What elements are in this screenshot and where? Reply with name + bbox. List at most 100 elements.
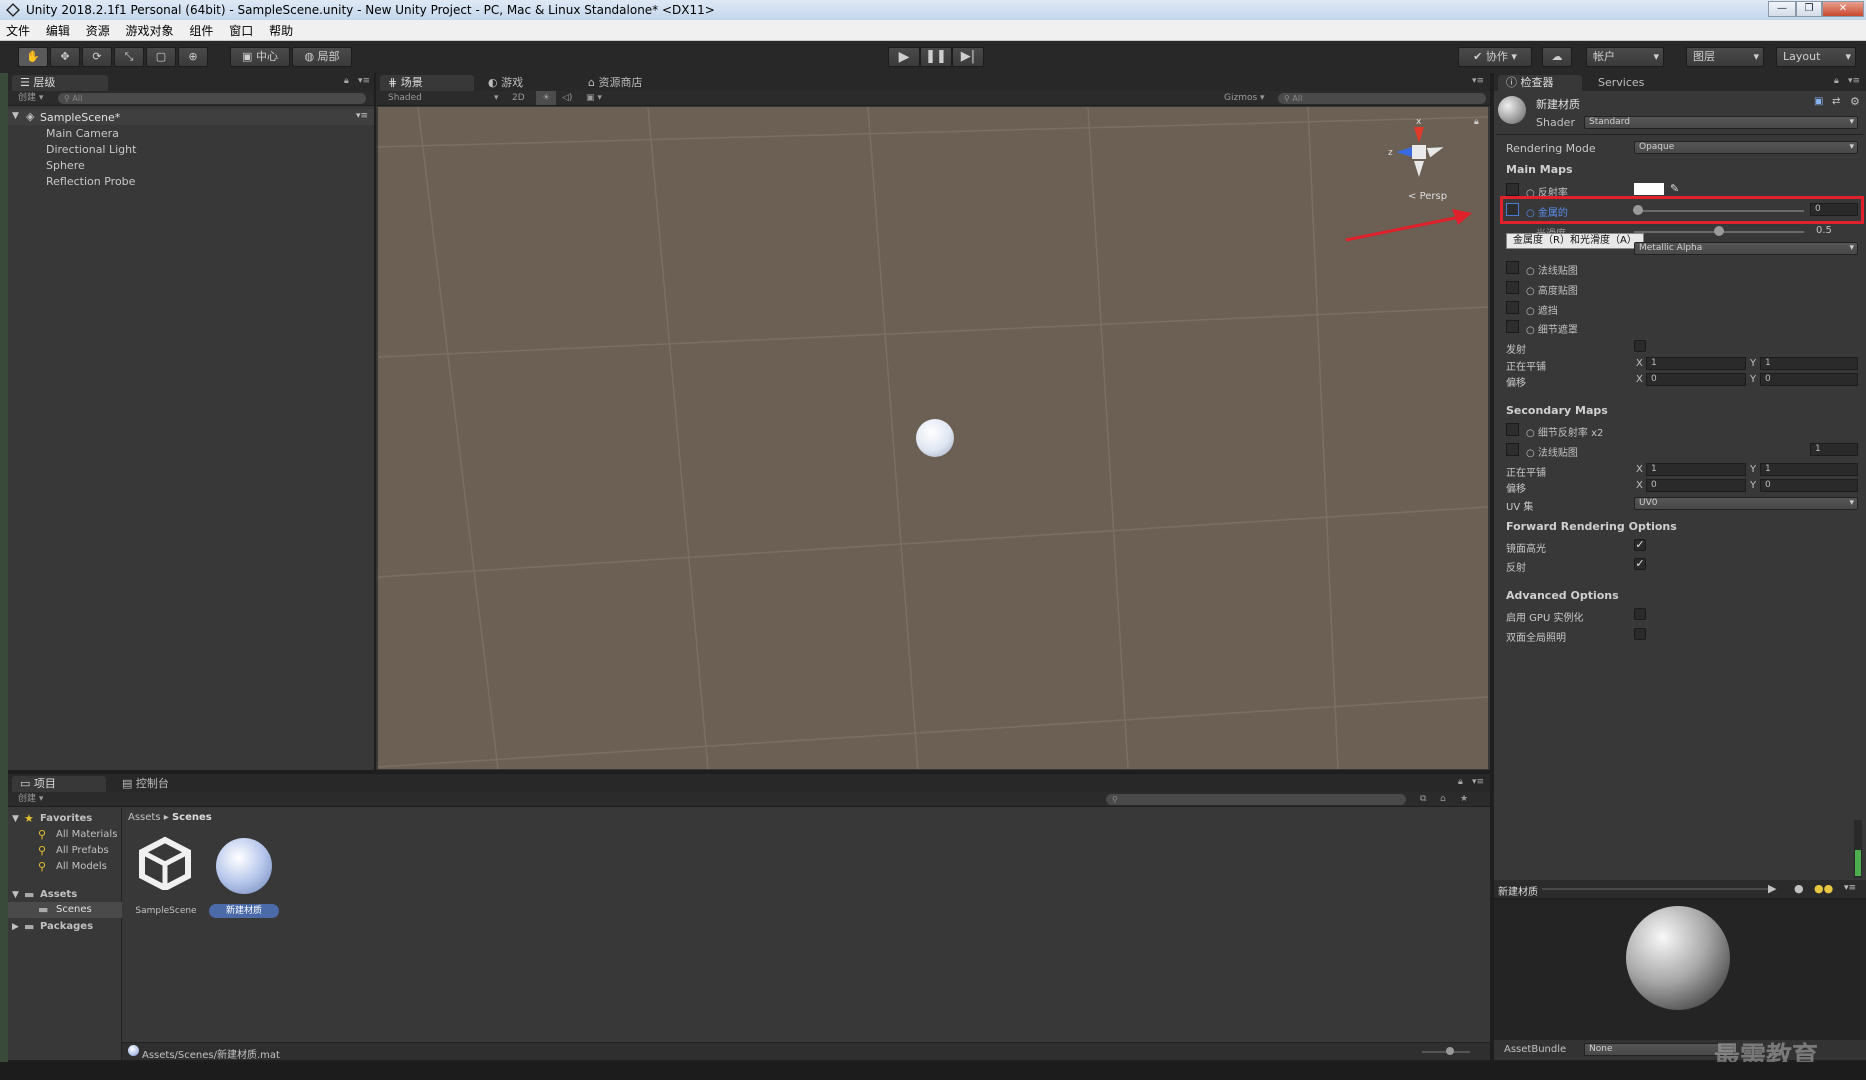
assets-folder[interactable]: Assets [40, 889, 77, 900]
packages-folder[interactable]: Packages [40, 921, 93, 932]
preview-light-icon[interactable]: ●● [1814, 882, 1833, 895]
hierarchy-item[interactable]: Reflection Probe [46, 175, 135, 188]
sec-tiling-x-field[interactable]: 1 [1646, 463, 1746, 476]
sec-normal-map-label[interactable]: ○ 法线贴图 [1526, 444, 1578, 459]
eyedropper-icon[interactable]: ✎ [1670, 182, 1679, 195]
uv-set-dropdown[interactable]: UV0 ▾ [1634, 497, 1858, 510]
occlusion-slot[interactable] [1506, 301, 1519, 314]
filter-type-icon[interactable]: ⧉ [1420, 792, 1426, 806]
favorite-item[interactable]: All Models [56, 861, 107, 872]
maximize-button[interactable]: ❐ [1796, 1, 1822, 17]
layout-dropdown[interactable]: Layout ▾ [1776, 47, 1856, 67]
height-map-slot[interactable] [1506, 281, 1519, 294]
scene-file-icon[interactable] [138, 836, 192, 892]
zoom-slider-handle[interactable] [1446, 1047, 1454, 1055]
cloud-icon[interactable]: ☁ [1542, 47, 1572, 67]
tab-project[interactable]: ▭ 项目 [12, 776, 106, 792]
expand-arrow-icon[interactable]: ▼ [12, 111, 19, 121]
tab-services[interactable]: Services [1590, 75, 1670, 91]
menu-assets[interactable]: 资源 [80, 20, 116, 40]
hierarchy-item[interactable]: Sphere [46, 159, 85, 172]
shading-dropdown[interactable]: Shaded [388, 91, 422, 105]
smoothness-slider-handle[interactable] [1714, 226, 1724, 236]
material-file-icon[interactable] [216, 838, 272, 894]
axis-y-cone[interactable] [1414, 127, 1424, 143]
layers-dropdown[interactable]: 图层 ▾ [1686, 47, 1764, 67]
breadcrumb-item[interactable]: Assets [128, 812, 161, 823]
file-label[interactable]: SampleScene [132, 906, 200, 916]
pause-button[interactable]: ❚❚ [920, 47, 952, 67]
normal-map-label[interactable]: ○ 法线贴图 [1526, 262, 1578, 277]
sec-normal-scale-field[interactable]: 1 [1810, 443, 1858, 456]
height-map-label[interactable]: ○ 高度贴图 [1526, 282, 1578, 297]
scrollbar-thumb[interactable] [1855, 850, 1861, 876]
sec-normal-map-slot[interactable] [1506, 443, 1519, 456]
menu-help[interactable]: 帮助 [263, 20, 299, 40]
minimize-button[interactable]: — [1768, 1, 1796, 17]
albedo-color-swatch[interactable] [1634, 183, 1664, 195]
step-button[interactable]: ▶| [952, 47, 984, 67]
tab-hierarchy[interactable]: ☰ 层级 [12, 75, 108, 91]
scene-viewport[interactable]: x z < Persp 🔒︎ [378, 107, 1488, 769]
source-dropdown[interactable]: Metallic Alpha ▾ [1634, 242, 1858, 255]
menu-file[interactable]: 文件 [0, 20, 36, 40]
rendering-mode-dropdown[interactable]: Opaque ▾ [1634, 141, 1858, 154]
orientation-gizmo[interactable]: x z < Persp [1388, 115, 1474, 205]
rotate-tool-icon[interactable]: ⟳ [82, 47, 112, 67]
panel-menu-icon[interactable]: ▾≡ [1472, 777, 1484, 787]
reflections-checkbox[interactable]: ✓ [1634, 558, 1646, 570]
preview-shape-icon[interactable]: ● [1794, 882, 1804, 895]
panel-menu-icon[interactable]: ▾≡ [1848, 76, 1860, 86]
menu-window[interactable]: 窗口 [223, 20, 259, 40]
transform-tool-icon[interactable]: ⊕ [178, 47, 208, 67]
sec-offset-x-field[interactable]: 0 [1646, 479, 1746, 492]
sec-offset-y-field[interactable]: 0 [1760, 479, 1858, 492]
hierarchy-item[interactable]: Main Camera [46, 127, 119, 140]
help-book-icon[interactable]: ▣ [1814, 96, 1823, 107]
scrollbar[interactable] [1854, 820, 1862, 878]
preset-icon[interactable]: ⇄ [1832, 96, 1840, 107]
menu-gameobject[interactable]: 游戏对象 [120, 20, 180, 40]
breadcrumb-item[interactable]: Scenes [172, 812, 212, 823]
shader-dropdown[interactable]: Standard ▾ [1584, 116, 1858, 129]
panel-menu-icon[interactable]: ▾≡ [358, 76, 370, 86]
detail-albedo-slot[interactable] [1506, 423, 1519, 436]
tab-console[interactable]: ▤ 控制台 [114, 776, 194, 792]
tab-asset-store[interactable]: ⌂ 资源商店 [580, 75, 680, 91]
hierarchy-search-input[interactable]: ⚲ All [58, 93, 366, 104]
assetbundle-dropdown[interactable]: None [1584, 1043, 1734, 1056]
tab-scene[interactable]: ⋕ 场景 [380, 75, 474, 91]
tab-game[interactable]: ◐ 游戏 [480, 75, 560, 91]
move-tool-icon[interactable]: ✥ [50, 47, 80, 67]
scene-search-input[interactable]: ⚲ All [1278, 93, 1486, 104]
filter-label-icon[interactable]: ⌂ [1440, 792, 1446, 806]
offset-x-field[interactable]: 0 [1646, 373, 1746, 386]
lock-icon[interactable]: 🔒︎ [1834, 76, 1839, 86]
gizmo-cube[interactable] [1412, 145, 1426, 159]
detail-albedo-label[interactable]: ○ 细节反射率 x2 [1526, 424, 1603, 439]
hierarchy-item[interactable]: Directional Light [46, 143, 136, 156]
gpu-instancing-checkbox[interactable] [1634, 608, 1646, 620]
metallic-label[interactable]: ○ 金属的 [1526, 204, 1568, 219]
play-button[interactable]: ▶ [888, 47, 920, 67]
metallic-slider-track[interactable] [1634, 210, 1804, 212]
menu-component[interactable]: 组件 [183, 20, 219, 40]
lock-icon[interactable]: 🔒︎ [344, 76, 349, 86]
pivot-toggle-button[interactable]: ▣ 中心 [230, 47, 290, 67]
gizmos-dropdown[interactable]: Gizmos ▾ [1224, 91, 1265, 105]
create-dropdown[interactable]: 创建 ▾ [8, 93, 43, 103]
create-dropdown[interactable]: 创建 ▾ [8, 794, 43, 804]
lock-icon[interactable]: 🔒︎ [1474, 117, 1479, 127]
double-sided-gi-checkbox[interactable] [1634, 628, 1646, 640]
metallic-value-field[interactable]: 0 [1810, 203, 1858, 216]
tab-inspector[interactable]: ⓘ 检查器 [1498, 75, 1582, 91]
metallic-slider-handle[interactable] [1633, 205, 1643, 215]
effects-toggle-icon[interactable]: ▣ ▾ [586, 91, 602, 105]
expand-arrow-icon[interactable]: ▶ [12, 922, 19, 932]
scenes-folder-row[interactable]: ▬ Scenes [8, 902, 122, 918]
albedo-texture-slot[interactable] [1506, 183, 1519, 196]
favorite-item[interactable]: All Prefabs [56, 845, 109, 856]
star-icon[interactable]: ★ [1460, 792, 1468, 806]
metallic-texture-slot[interactable] [1506, 203, 1519, 216]
preview-area[interactable] [1494, 900, 1866, 1040]
